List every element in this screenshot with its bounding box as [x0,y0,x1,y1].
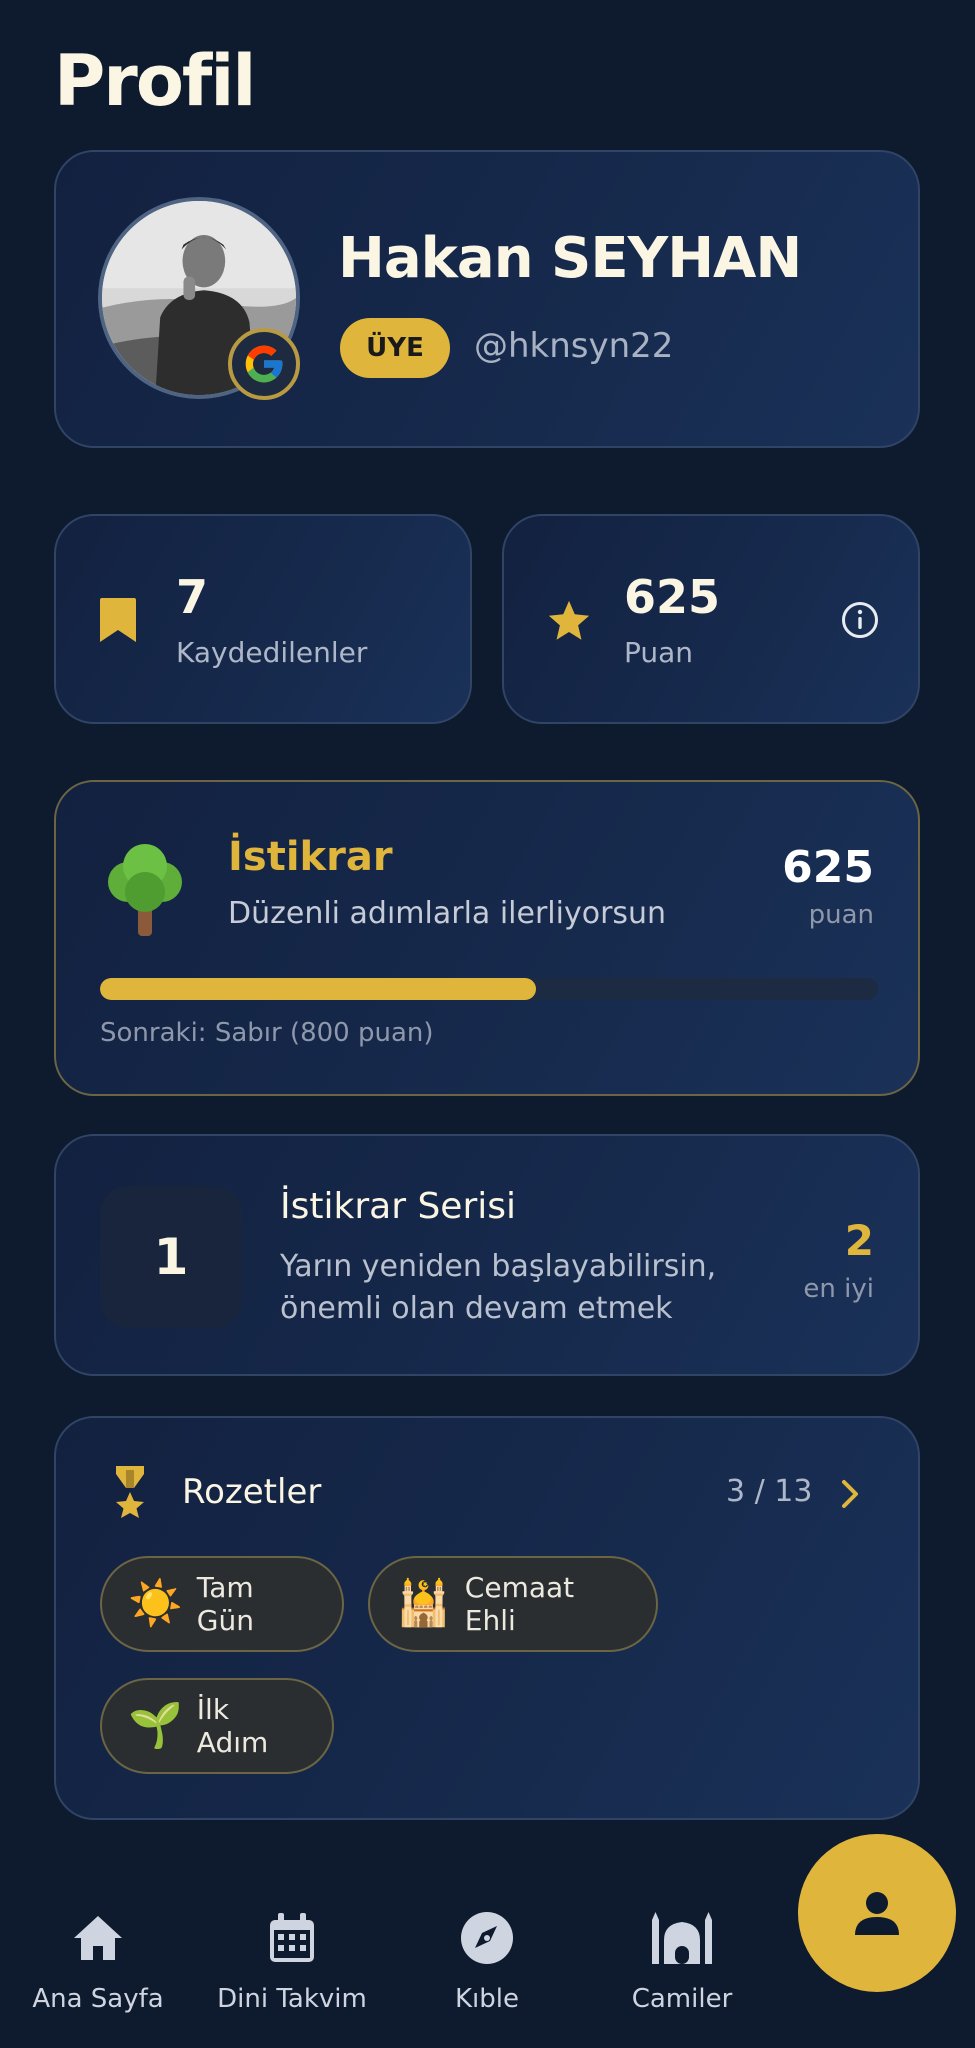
medal-icon [116,1466,144,1518]
member-badge: ÜYE [340,318,450,378]
profile-name: Hakan SEYHAN [338,226,802,291]
streak-card: 1 İstikrar Serisi Yarın yeniden başlayab… [54,1134,920,1376]
compass-icon [461,1912,513,1964]
nav-label: Dini Takvim [217,1984,367,2014]
badge-label: İlk Adım [196,1693,269,1759]
nav-home[interactable]: Ana Sayfa [8,1910,188,2014]
badge-chip-ilk-adim[interactable]: 🌱 İlk Adım [100,1678,334,1774]
profile-fab-button[interactable] [798,1834,956,1992]
points-label: Puan [624,636,694,669]
bookmark-icon [100,598,136,642]
star-icon [548,600,590,640]
badge-label: Tam Gün [196,1571,254,1637]
next-level-text: Sonraki: Sabır (800 puan) [100,1018,434,1048]
badges-count: 3 / 13 [726,1474,813,1509]
profile-icon [855,1892,899,1935]
best-streak: 2 [844,1216,874,1265]
streak-message: Yarın yeniden başlayabilirsin, önemli ol… [280,1249,717,1326]
badges-card: Rozetler 3 / 13 ☀️ Tam Gün 🕌 Cemaat Ehli… [54,1416,920,1820]
nav-calendar[interactable]: Dini Takvim [202,1910,382,2014]
level-name: İstikrar [228,834,393,880]
mosque-icon [652,1912,712,1964]
nav-label: Kıble [455,1984,519,2014]
google-icon [228,328,300,400]
level-card: İstikrar Düzenli adımlarla ilerliyorsun … [54,780,920,1096]
nav-label: Ana Sayfa [32,1984,164,2014]
mosque-icon: 🕌 [396,1578,451,1629]
points-stat-card[interactable]: 625 Puan [502,514,920,724]
chevron-right-icon[interactable] [836,1476,864,1512]
saved-count: 7 [176,570,209,624]
badge-label: Cemaat Ehli [464,1571,575,1637]
level-progress-fill [100,978,536,1000]
calendar-icon [270,1913,314,1962]
points-value: 625 [624,570,721,624]
sun-icon: ☀️ [128,1578,183,1629]
level-progress-bar [100,978,878,1000]
home-icon [74,1916,122,1960]
best-streak-label: en iyi [803,1274,874,1304]
saved-stat-card[interactable]: 7 Kaydedilenler [54,514,472,724]
nav-label: Camiler [631,1984,733,2014]
info-icon[interactable] [840,600,880,640]
streak-title: İstikrar Serisi [280,1186,517,1227]
tree-icon [108,844,182,936]
badges-title: Rozetler [182,1472,322,1512]
seedling-icon: 🌱 [128,1700,183,1751]
level-points: 625 [782,842,874,893]
nav-qibla[interactable]: Kıble [397,1910,577,2014]
page-title: Profil [54,40,256,122]
level-points-unit: puan [808,900,874,930]
badge-chip-cemaat-ehli[interactable]: 🕌 Cemaat Ehli [368,1556,658,1652]
saved-label: Kaydedilenler [176,636,368,669]
profile-card: Hakan SEYHAN ÜYE @hknsyn22 [54,150,920,448]
username: @hknsyn22 [474,326,674,366]
level-description: Düzenli adımlarla ilerliyorsun [228,896,667,931]
current-streak: 1 [100,1186,242,1328]
nav-mosques[interactable]: Camiler [592,1910,772,2014]
badge-chip-tam-gun[interactable]: ☀️ Tam Gün [100,1556,344,1652]
